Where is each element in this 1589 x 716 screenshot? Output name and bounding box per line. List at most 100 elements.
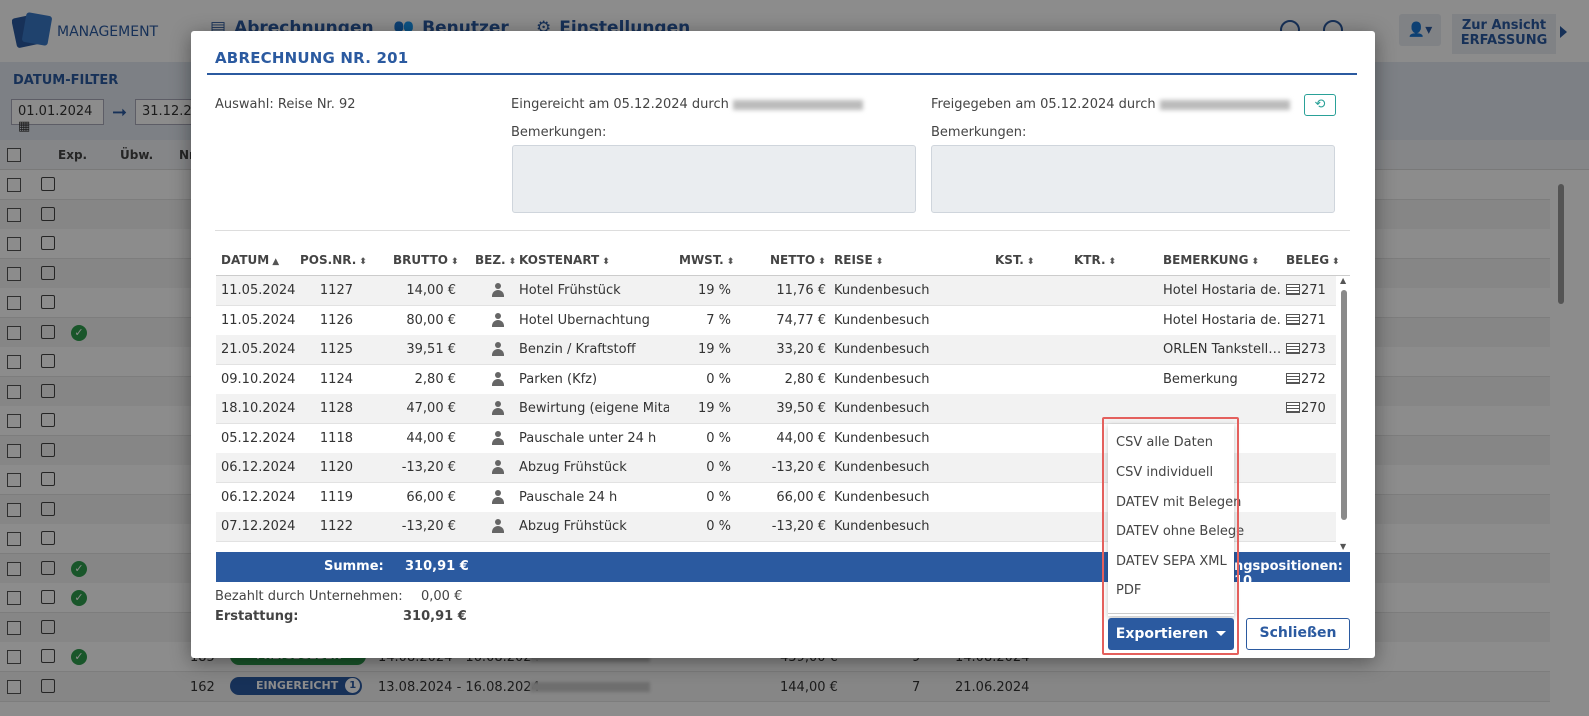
cell-beleg[interactable]: 271	[1286, 313, 1326, 328]
cell-beleg[interactable]: 270	[1286, 401, 1326, 416]
table-scrollbar[interactable]: ▲ ▼	[1339, 276, 1349, 552]
cell-reise: Kundenbesuch	[834, 430, 930, 446]
scroll-up-icon[interactable]: ▲	[1340, 276, 1346, 285]
cell-beleg[interactable]: 271	[1286, 283, 1326, 298]
paid-label: Bezahlt durch Unternehmen:	[215, 589, 403, 604]
person-icon	[492, 371, 504, 386]
cell-beleg[interactable]: 272	[1286, 372, 1326, 387]
positions-count: ngspositionen: 10	[1234, 559, 1343, 589]
person-icon	[492, 401, 504, 415]
col-reise[interactable]: REISE ⬍	[834, 253, 883, 267]
col-kostenart[interactable]: KOSTENART ⬍	[519, 253, 610, 267]
cell-kostenart: Abzug Frühstück	[519, 460, 627, 475]
receipt-list-icon	[1286, 402, 1300, 413]
cell-datum: 06.12.2024	[221, 489, 296, 505]
scroll-down-icon[interactable]: ▼	[1340, 542, 1346, 551]
sort-icon: ⬍	[726, 257, 735, 267]
history-button[interactable]: ⟲	[1304, 94, 1336, 116]
cell-brutto: 80,00 €	[406, 312, 456, 328]
col-posnr[interactable]: POS.NR. ⬍	[300, 253, 367, 267]
table-row[interactable]: 11.05.2024 1126 80,00 € Hotel Übernachtung 7…	[216, 306, 1336, 336]
col-bemerkung[interactable]: BEMERKUNG ⬍	[1163, 253, 1259, 267]
cell-netto: 11,76 €	[776, 283, 826, 298]
cell-kostenart: Pauschale unter 24 h	[519, 430, 657, 446]
highlight-frame	[1102, 417, 1239, 655]
submitted-remarks-label: Bemerkungen:	[511, 125, 607, 140]
cell-kostenart: Bewirtung (eigene Mita…	[519, 401, 669, 416]
cell-netto: -13,20 €	[771, 519, 826, 534]
approved-remarks-field[interactable]	[931, 145, 1335, 213]
col-mwst[interactable]: MWST. ⬍	[679, 253, 734, 267]
col-datum[interactable]: DATUM ▲	[221, 253, 279, 267]
sum-value: 310,91 €	[405, 559, 469, 574]
cell-netto: 74,77 €	[776, 312, 826, 328]
cell-mwst: 7 %	[706, 312, 731, 328]
cell-reise: Kundenbesuch	[834, 312, 930, 328]
col-bez[interactable]: BEZ. ⬍	[475, 253, 516, 267]
cell-posnr: 1126	[319, 312, 353, 328]
refund-label: Erstattung:	[215, 609, 299, 624]
receipt-list-icon	[1286, 372, 1300, 384]
sort-asc-icon: ▲	[272, 257, 280, 267]
cell-datum: 07.12.2024	[221, 519, 296, 534]
approved-info: Freigegeben am 05.12.2024 durch	[931, 97, 1290, 112]
cell-posnr: 1127	[319, 283, 353, 298]
col-kst[interactable]: KST. ⬍	[995, 253, 1034, 267]
cell-reise: Kundenbesuch	[834, 460, 930, 475]
col-brutto[interactable]: BRUTTO ⬍	[393, 253, 459, 267]
cell-kostenart: Hotel Übernachtung	[519, 312, 650, 328]
cell-mwst: 19 %	[697, 342, 731, 357]
cell-reise: Kundenbesuch	[834, 401, 930, 416]
table-row[interactable]: 11.05.2024 1127 14,00 € Hotel Frühstück 19 %…	[216, 276, 1336, 306]
cell-kostenart: Parken (Kfz)	[519, 371, 598, 387]
cell-posnr: 1119	[319, 489, 353, 505]
cell-netto: 33,20 €	[776, 342, 826, 357]
cell-mwst: 19 %	[697, 401, 731, 416]
cell-brutto: -13,20 €	[401, 519, 456, 534]
receipt-list-icon	[1286, 284, 1300, 295]
person-icon	[492, 312, 504, 327]
sort-icon: ⬍	[818, 257, 826, 267]
cell-kostenart: Abzug Frühstück	[519, 519, 627, 534]
items-table-header: DATUM ▲ POS.NR. ⬍ BRUTTO ⬍ BEZ. ⬍ KOSTENART ⬍…	[216, 244, 1350, 276]
cell-posnr: 1128	[319, 401, 353, 416]
submitted-info: Eingereicht am 05.12.2024 durch	[511, 97, 863, 112]
cell-bemerkung: ORLEN Tankstell…	[1163, 342, 1281, 357]
cell-reise: Kundenbesuch	[834, 489, 930, 505]
person-icon	[492, 342, 504, 356]
refund-value: 310,91 €	[403, 609, 467, 624]
cell-datum: 11.05.2024	[221, 312, 296, 328]
cell-posnr: 1120	[319, 460, 353, 475]
person-icon	[492, 519, 504, 533]
cell-netto: 66,00 €	[776, 489, 826, 505]
close-button[interactable]: Schließen	[1246, 618, 1350, 650]
cell-beleg[interactable]: 273	[1286, 342, 1326, 357]
col-netto[interactable]: NETTO ⬍	[770, 253, 826, 267]
cell-reise: Kundenbesuch	[834, 283, 930, 298]
cell-brutto: 47,00 €	[406, 401, 456, 416]
cell-posnr: 1125	[319, 342, 353, 357]
scrollbar-thumb[interactable]	[1341, 290, 1347, 520]
selection-info: Auswahl: Reise Nr. 92	[215, 97, 356, 112]
cell-mwst: 0 %	[706, 460, 731, 475]
cell-netto: 39,50 €	[776, 401, 826, 416]
cell-kostenart: Hotel Frühstück	[519, 283, 621, 298]
approved-remarks-label: Bemerkungen:	[931, 125, 1027, 140]
col-beleg[interactable]: BELEG ⬍	[1286, 253, 1340, 267]
submitted-remarks-field[interactable]	[512, 145, 916, 213]
sum-label: Summe:	[324, 559, 384, 574]
table-row[interactable]: 21.05.2024 1125 39,51 € Benzin / Kraftstoff…	[216, 335, 1336, 365]
receipt-list-icon	[1286, 313, 1300, 325]
cell-datum: 21.05.2024	[221, 342, 296, 357]
sort-icon: ⬍	[1026, 257, 1035, 267]
table-row[interactable]: 09.10.2024 1124 2,80 € Parken (Kfz) 0 % 2,80 …	[216, 365, 1336, 395]
modal-title: ABRECHNUNG NR. 201	[215, 49, 409, 67]
cell-posnr: 1124	[319, 371, 353, 387]
col-ktr[interactable]: KTR. ⬍	[1074, 253, 1116, 267]
receipt-list-icon	[1286, 343, 1300, 354]
cell-brutto: 66,00 €	[406, 489, 456, 505]
cell-mwst: 0 %	[706, 430, 731, 446]
cell-brutto: 2,80 €	[414, 371, 456, 387]
sort-icon: ⬍	[1332, 257, 1340, 267]
cell-brutto: 44,00 €	[406, 430, 456, 446]
